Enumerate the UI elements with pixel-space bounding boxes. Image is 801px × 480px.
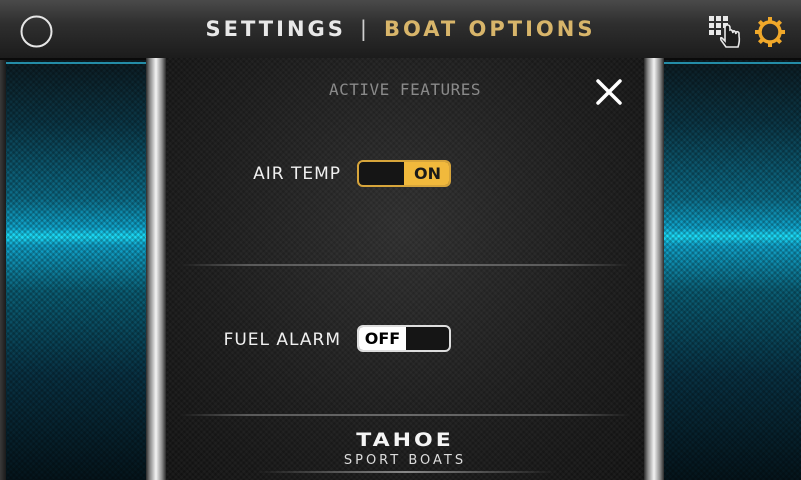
close-button[interactable] [594, 78, 624, 106]
gear-icon [755, 17, 785, 47]
right-chrome-pillar [644, 58, 664, 480]
fuel-alarm-label: FUEL ALARM [223, 330, 341, 350]
close-icon [596, 79, 622, 105]
title-separator: | [359, 17, 370, 41]
footer-divider [180, 414, 630, 416]
right-glow-panel [664, 60, 801, 480]
title-settings: SETTINGS [205, 17, 346, 41]
active-features-panel: ACTIVE FEATURES AIR TEMP ON FUEL ALARM O… [166, 58, 644, 480]
air-temp-toggle-state: ON [404, 162, 449, 185]
settings-gear-button[interactable] [754, 16, 786, 48]
page-title: SETTINGS | BOAT OPTIONS [0, 17, 801, 41]
fuel-alarm-toggle-state: OFF [359, 327, 406, 350]
header-bar: SETTINGS | BOAT OPTIONS [0, 0, 801, 60]
panel-title: ACTIVE FEATURES [329, 80, 481, 99]
air-temp-label: AIR TEMP [253, 164, 341, 184]
touch-grid-icon [709, 16, 741, 48]
title-boat-options: BOAT OPTIONS [383, 17, 596, 41]
left-chrome-pillar [146, 58, 166, 480]
logo-underline [256, 471, 556, 473]
tahoe-logo: TAHOE SPORT BOATS [166, 430, 644, 468]
feature-divider [180, 264, 630, 266]
fuel-alarm-toggle[interactable]: OFF [357, 325, 451, 352]
left-glow-panel [6, 60, 146, 480]
air-temp-toggle[interactable]: ON [357, 160, 451, 187]
brand-tagline: SPORT BOATS [343, 453, 467, 468]
brand-name: TAHOE [356, 429, 454, 452]
touch-grid-button[interactable] [707, 14, 745, 50]
